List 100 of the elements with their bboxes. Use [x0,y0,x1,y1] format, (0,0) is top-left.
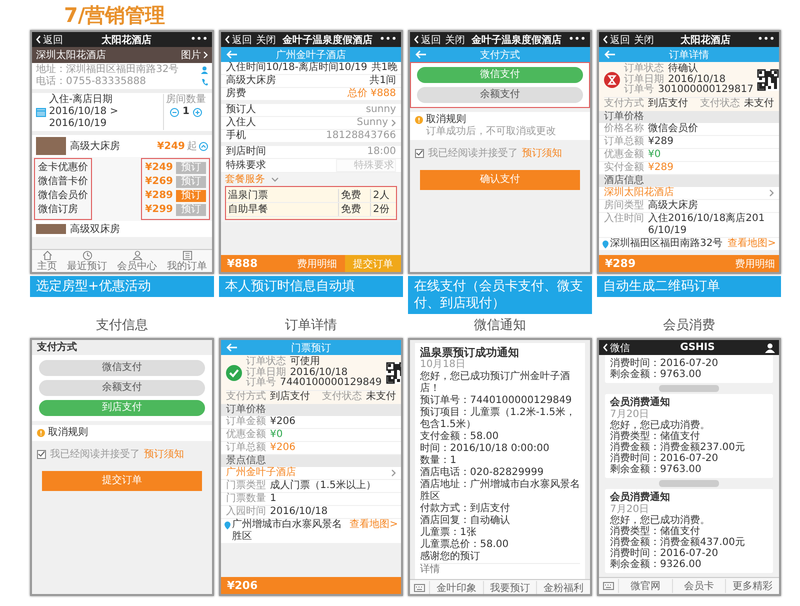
field-value: 18:00 [367,146,396,158]
field-value: 7440100000129849 [280,378,382,388]
message-line: 消费类型：储值支付 [610,526,701,537]
section-header: 酒店信息 [599,175,779,187]
input-field[interactable]: 特殊要求 [336,159,396,172]
tab[interactable]: 会员中心 [117,250,157,272]
field-value: 微信会员价 [648,123,698,135]
rate-price: ¥249 [145,161,173,175]
list-icon [182,250,192,261]
phone-icon[interactable] [201,78,208,86]
message-line: 数量：1 [420,455,458,466]
room-name: 高级双床房 [70,222,120,236]
field-value: 可使用 [290,357,320,368]
field-value: ¥206 [270,416,296,428]
back-arrow-icon[interactable] [226,343,238,352]
message-title: 温泉票预订成功通知 [420,346,520,359]
rate-name: 金卡优惠价 [37,161,89,175]
menu-item[interactable]: 我要预订 [482,581,536,594]
menu-item[interactable]: 更多精彩 [725,579,779,593]
field-label: 优惠金额 [226,429,266,441]
field-label: 支付方式 [226,392,266,402]
more-button[interactable]: ••• [568,34,586,45]
checkbox[interactable] [37,450,46,458]
checkbox[interactable] [415,148,424,158]
field-label: 入住人 [226,117,256,129]
menu-item[interactable]: 金叶印象 [429,581,483,594]
photo-placeholder [36,224,66,234]
date-range[interactable]: 2016/10/18 > 2016/10/19 [49,106,163,130]
section-header: 支付方式 [32,340,212,355]
qr-code-drawing [386,362,401,384]
field-label: 订单号 [246,378,276,388]
location-pin-icon [602,240,609,249]
plus-icon[interactable] [193,108,202,116]
address-text: 地址：深圳福田区福田南路32号 [36,64,179,76]
menu-item[interactable]: 会员卡 [672,579,726,593]
clock-icon [82,250,92,261]
message-line: 酒店回复：自动确认 [420,515,511,526]
field-label: 订单日期 [624,74,664,84]
back-arrow-icon[interactable] [226,50,238,59]
field-value: 共1间 [370,75,396,87]
back-arrow-icon[interactable] [415,50,427,59]
close-link[interactable]: 关闭 [634,32,654,46]
rate-price: ¥299 [145,203,173,217]
back-button[interactable]: 返回 [603,32,630,46]
field-label: 特殊要求 [226,160,266,172]
timestamp-pill [659,480,719,487]
collapse-icon[interactable] [199,142,208,150]
table-cell-text: 温泉门票 [227,189,269,202]
message-date: 10月18日 [420,359,466,371]
field-label: 订单号 [624,85,654,96]
caption-banner: 在线支付（会员卡支付、微支付、到店现付） [408,276,592,314]
field-label: 到店时间 [226,146,266,158]
window-title: 太阳花酒店 [680,33,731,46]
message-line: 时间：2016/10/18 0:00:00 [420,443,550,455]
close-link[interactable]: 关闭 [256,32,276,46]
message-line: 付款方式：到店支付 [420,503,511,514]
back-button[interactable]: 返回 [36,32,63,46]
back-button[interactable]: 微信 [603,340,630,354]
screen-label: 微信通知 [473,317,527,335]
message-line: 酒店电话：020-82829999 [420,467,545,478]
back-button[interactable]: 返回 [225,32,252,46]
agreement-text: 我已经阅读并接受了 [428,146,518,160]
payment-option[interactable]: 微信支付 [39,360,205,376]
screen-title: 广州金叶子酒店 [275,48,347,62]
more-button[interactable]: ••• [190,34,208,45]
more-button[interactable]: ••• [379,34,397,45]
keyboard-icon[interactable] [603,582,614,590]
chevron-down-icon[interactable] [271,177,279,182]
close-link[interactable]: 关闭 [445,32,465,46]
menu-item[interactable]: 微官网 [618,579,672,593]
field-label: 手机 [226,130,246,142]
message-line: 您好，您已成功消费。 [610,515,711,526]
check-icon [416,150,423,156]
field-label: 优惠金额 [604,149,644,161]
minus-icon[interactable] [170,108,179,116]
payment-option[interactable]: 余额支付 [417,87,583,103]
menu-item[interactable]: 金粉福利 [536,581,590,594]
caption-banner: 自动生成二维码订单 [597,276,781,297]
message-date: 7月20日 [610,409,650,420]
chevron-right-icon [769,189,774,197]
message-line: 儿童票总价：58.00 [420,539,510,550]
message-line: 消费时间：2016-07-20 [610,358,720,369]
keyboard-icon[interactable] [414,584,425,592]
details-link[interactable]: 详情 [420,563,580,576]
photos-link[interactable]: 图片 [181,48,208,62]
room-count: 1 [182,106,190,118]
back-button[interactable]: 返回 [414,32,441,46]
back-arrow-icon[interactable] [604,50,616,59]
chevron-right-icon [391,469,396,477]
photo-placeholder [36,137,66,155]
screen-title: 订单详情 [668,48,710,62]
tab[interactable]: 最近预订 [67,250,107,272]
person-icon[interactable] [764,342,775,352]
payment-option[interactable]: 余额支付 [39,380,205,396]
tab[interactable]: 我的订单 [167,250,207,272]
field-value: Sunny [356,117,388,129]
agreement-text: 我已经阅读并接受了 [50,448,140,461]
more-button[interactable]: ••• [757,34,775,45]
tab[interactable]: 主页 [37,250,57,272]
window-title: 太阳花酒店 [102,33,152,46]
